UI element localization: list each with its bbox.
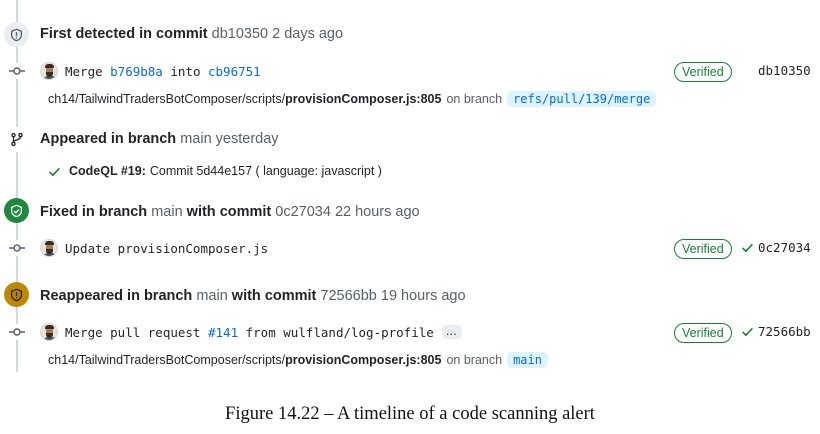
file-path[interactable]: ch14/TailwindTradersBotComposer/scripts/… [48, 92, 441, 106]
pull-request-link[interactable]: #141 [208, 325, 238, 340]
git-commit-icon [9, 63, 25, 79]
alert-location: ch14/TailwindTradersBotComposer/scripts/… [48, 352, 548, 368]
check-icon [49, 167, 60, 176]
analysis-name[interactable]: CodeQL #19: [69, 164, 146, 178]
check-icon [742, 327, 753, 337]
commit-message: Merge pull request #141 from wulfland/lo… [65, 324, 434, 340]
shield-check-icon [4, 198, 29, 223]
verified-badge[interactable]: Verified [674, 239, 732, 259]
event-fixed: Fixed in branch main with commit 0c27034… [40, 204, 420, 220]
branch-tag[interactable]: refs/pull/139/merge [507, 91, 657, 107]
avatar[interactable] [40, 239, 58, 257]
commit-link-cb96751[interactable]: cb96751 [208, 64, 261, 79]
git-branch-icon [4, 127, 29, 152]
event-appeared-in-branch: Appeared in branch main yesterday [40, 131, 279, 147]
expand-message-button[interactable]: … [441, 325, 462, 339]
verified-badge[interactable]: Verified [674, 323, 732, 343]
alert-location: ch14/TailwindTradersBotComposer/scripts/… [48, 91, 657, 107]
commit-message: Merge b769b8a into cb96751 [65, 63, 261, 79]
timeline-line [16, 0, 18, 372]
avatar[interactable] [40, 62, 58, 80]
commit-row-merge-pr: Merge pull request #141 from wulfland/lo… [40, 321, 462, 343]
commit-row-merge: Merge b769b8a into cb96751 [40, 60, 261, 82]
commit-sha[interactable]: 72566bb [741, 324, 811, 339]
shield-icon [4, 22, 29, 47]
shield-alert-icon [4, 282, 29, 307]
commit-message[interactable]: Update provisionComposer.js [65, 241, 268, 256]
commit-sha[interactable]: 0c27034 [741, 240, 811, 255]
git-commit-icon [9, 324, 25, 340]
check-icon [742, 243, 753, 253]
git-commit-icon [9, 240, 25, 256]
commit-sha[interactable]: db10350 [758, 63, 811, 78]
avatar[interactable] [40, 323, 58, 341]
analysis-row: CodeQL #19: Commit 5d44e157 ( language: … [48, 164, 382, 178]
event-reappeared: Reappeared in branch main with commit 72… [40, 288, 466, 304]
commit-link-b769b8a[interactable]: b769b8a [110, 64, 163, 79]
verified-badge[interactable]: Verified [674, 62, 732, 82]
event-first-detected: First detected in commit db10350 2 days … [40, 26, 344, 42]
branch-tag[interactable]: main [507, 352, 548, 368]
file-path[interactable]: ch14/TailwindTradersBotComposer/scripts/… [48, 353, 441, 367]
figure-caption: Figure 14.22 – A timeline of a code scan… [225, 404, 595, 424]
commit-row-update: Update provisionComposer.js [40, 237, 268, 259]
